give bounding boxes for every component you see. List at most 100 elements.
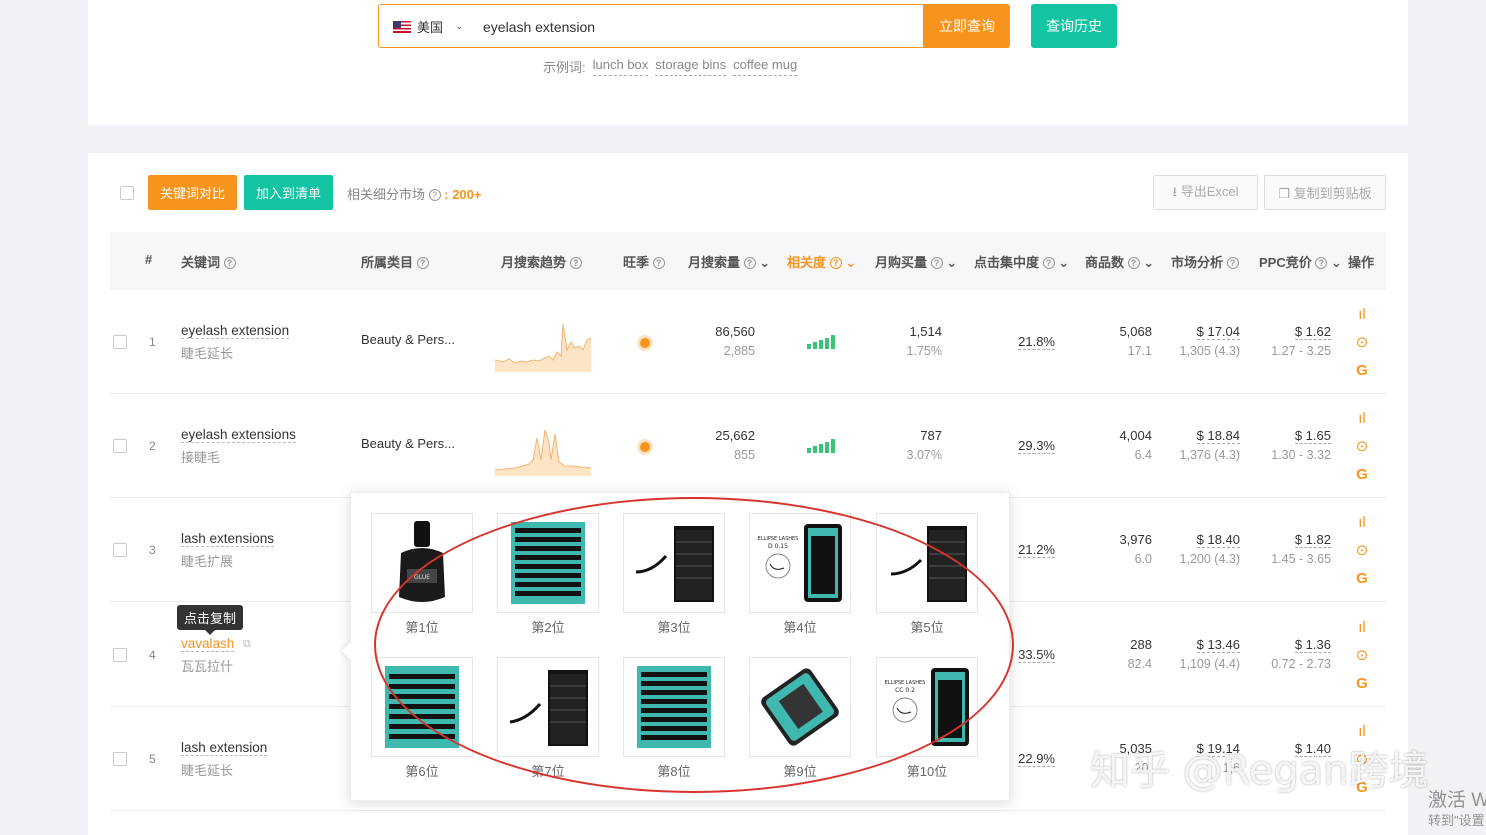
external-link-icon[interactable]: ⧉	[243, 638, 251, 651]
col-trend[interactable]: 月搜索趋势 ?	[501, 252, 582, 271]
click-concentration[interactable]: 29.3%	[1018, 438, 1055, 454]
col-products[interactable]: 商品数 ? ⌄	[1085, 252, 1154, 271]
product-thumbnail[interactable]: 第6位	[371, 657, 473, 780]
product-image[interactable]: ELLIPSE LASHES D 0.15	[749, 513, 851, 613]
help-icon[interactable]: ?	[829, 257, 842, 269]
keyword-link[interactable]: eyelash extensions	[181, 427, 296, 443]
product-image[interactable]: ELLIPSE LASHES CC 0.2	[876, 657, 978, 757]
col-relevance[interactable]: 相关度 ? ⌄	[787, 252, 856, 271]
click-concentration[interactable]: 33.5%	[1018, 647, 1055, 663]
example-link[interactable]: storage bins	[655, 57, 727, 76]
google-icon[interactable]: G	[1353, 570, 1371, 587]
click-concentration[interactable]: 21.8%	[1018, 334, 1055, 350]
product-thumbnail[interactable]: 第8位	[623, 657, 725, 780]
help-icon[interactable]: ?	[416, 257, 429, 269]
help-icon[interactable]: ?	[223, 257, 236, 269]
help-icon[interactable]: ?	[652, 257, 665, 269]
keyword-link[interactable]: lash extension	[181, 740, 268, 756]
add-to-list-button[interactable]: 加入到清单	[244, 175, 333, 210]
help-icon[interactable]: ?	[930, 257, 943, 269]
chart-bars-icon[interactable]: ıl	[1353, 306, 1371, 323]
market-price[interactable]: $ 13.46	[1196, 637, 1240, 653]
col-click-concentration[interactable]: 点击集中度 ? ⌄	[974, 252, 1069, 271]
product-thumbnail[interactable]: ELLIPSE LASHES D 0.15 第4位	[749, 513, 851, 636]
market-price[interactable]: $ 18.84	[1196, 428, 1240, 444]
col-category[interactable]: 所属类目 ?	[361, 252, 429, 271]
product-image[interactable]	[497, 513, 599, 613]
row-checkbox[interactable]	[113, 439, 127, 453]
more-icon[interactable]: ⊙	[1353, 542, 1371, 559]
product-thumbnail[interactable]: 第7位	[497, 657, 599, 780]
help-icon[interactable]: ?	[428, 189, 441, 201]
product-thumbnail[interactable]: 第3位	[623, 513, 725, 636]
help-icon[interactable]: ?	[743, 257, 756, 269]
copy-clipboard-button[interactable]: ❐ 复制到剪贴板	[1264, 175, 1386, 210]
more-icon[interactable]: ⊙	[1353, 438, 1371, 455]
query-button[interactable]: 立即查询	[924, 4, 1010, 48]
sort-icon[interactable]: ⌄	[759, 255, 770, 270]
ppc-bid[interactable]: $ 1.65	[1294, 428, 1331, 444]
product-thumbnail[interactable]: 第2位	[497, 513, 599, 636]
col-keyword[interactable]: 关键词 ?	[181, 252, 236, 271]
sort-icon[interactable]: ⌄	[946, 255, 957, 270]
product-image[interactable]	[876, 513, 978, 613]
sort-icon[interactable]: ⌄	[845, 255, 856, 270]
col-season[interactable]: 旺季 ?	[623, 252, 665, 271]
trend-sparkline[interactable]	[495, 424, 591, 476]
more-icon[interactable]: ⊙	[1353, 647, 1371, 664]
market-price[interactable]: $ 17.04	[1196, 324, 1240, 340]
product-thumbnail[interactable]: GLUE 第1位	[371, 513, 473, 636]
product-image[interactable]: GLUE	[371, 513, 473, 613]
help-icon[interactable]: ?	[1127, 257, 1140, 269]
history-button[interactable]: 查询历史	[1031, 4, 1117, 48]
help-icon[interactable]: ?	[1226, 257, 1239, 269]
row-checkbox[interactable]	[113, 752, 127, 766]
sort-icon[interactable]: ⌄	[1143, 255, 1154, 270]
keyword-link[interactable]: lash extensions	[181, 531, 275, 547]
sort-icon[interactable]: ⌄	[1331, 255, 1342, 270]
product-image[interactable]	[623, 513, 725, 613]
ppc-bid[interactable]: $ 1.82	[1294, 532, 1331, 548]
example-link[interactable]: coffee mug	[733, 57, 798, 76]
sort-icon[interactable]: ⌄	[1058, 255, 1069, 270]
click-concentration[interactable]: 21.2%	[1018, 542, 1055, 558]
col-search-volume[interactable]: 月搜索量 ? ⌄	[688, 252, 770, 271]
market-price[interactable]: $ 18.40	[1196, 532, 1240, 548]
help-icon[interactable]: ?	[569, 257, 582, 269]
chart-bars-icon[interactable]: ıl	[1353, 410, 1371, 427]
product-thumbnail[interactable]: 第9位	[749, 657, 851, 780]
product-image[interactable]	[749, 657, 851, 757]
product-thumbnail[interactable]: 第5位	[876, 513, 978, 636]
row-checkbox[interactable]	[113, 335, 127, 349]
google-icon[interactable]: G	[1353, 675, 1371, 692]
chart-bars-icon[interactable]: ıl	[1353, 619, 1371, 636]
ppc-bid[interactable]: $ 1.62	[1294, 324, 1331, 340]
help-icon[interactable]: ?	[1042, 257, 1055, 269]
trend-sparkline[interactable]	[495, 320, 591, 372]
google-icon[interactable]: G	[1353, 466, 1371, 483]
ppc-bid[interactable]: $ 1.36	[1294, 637, 1331, 653]
col-market[interactable]: 市场分析 ?	[1171, 252, 1239, 271]
col-purchases[interactable]: 月购买量 ? ⌄	[875, 252, 957, 271]
product-thumbnail[interactable]: ELLIPSE LASHES CC 0.2 第10位	[876, 657, 978, 780]
help-icon[interactable]: ?	[1315, 257, 1328, 269]
google-icon[interactable]: G	[1353, 362, 1371, 379]
row-checkbox[interactable]	[113, 648, 127, 662]
click-concentration[interactable]: 22.9%	[1018, 751, 1055, 767]
export-excel-button[interactable]: ⭳ 导出Excel	[1153, 175, 1258, 210]
example-link[interactable]: lunch box	[592, 57, 649, 76]
keyword-link[interactable]: vavalash	[181, 636, 235, 652]
product-image[interactable]	[623, 657, 725, 757]
product-image[interactable]	[497, 657, 599, 757]
country-selector[interactable]: 美国 ⌄	[393, 17, 463, 36]
col-ppc[interactable]: PPC竞价 ? ⌄	[1259, 252, 1342, 271]
select-all-checkbox[interactable]	[120, 186, 134, 200]
compare-button[interactable]: 关键词对比	[148, 175, 237, 210]
keyword-link[interactable]: eyelash extension	[181, 323, 290, 339]
search-input[interactable]	[483, 15, 903, 39]
product-image[interactable]	[371, 657, 473, 757]
row-checkbox[interactable]	[113, 543, 127, 557]
more-icon[interactable]: ⊙	[1353, 334, 1371, 351]
relevance-bars-icon	[807, 439, 835, 453]
chart-bars-icon[interactable]: ıl	[1353, 514, 1371, 531]
